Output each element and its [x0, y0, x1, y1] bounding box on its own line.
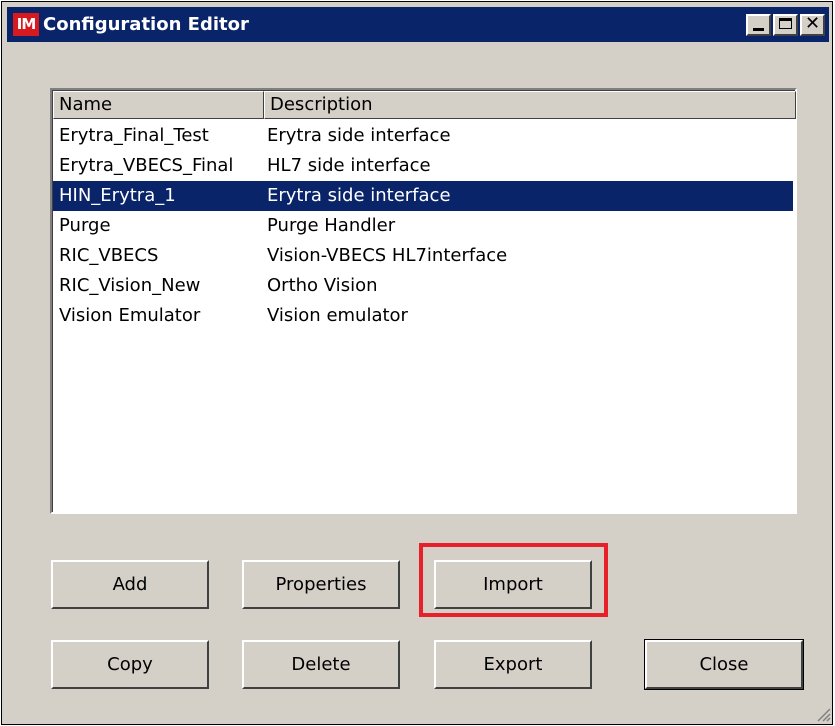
list-item[interactable]: Erytra_VBECS_Final HL7 side interface — [53, 151, 793, 181]
item-name: RIC_Vision_New — [59, 275, 201, 296]
properties-button[interactable]: Properties — [242, 560, 400, 609]
item-name: Erytra_VBECS_Final — [59, 155, 234, 176]
list-item[interactable]: Vision Emulator Vision emulator — [53, 301, 793, 331]
copy-button[interactable]: Copy — [51, 640, 209, 689]
item-name: Vision Emulator — [59, 305, 201, 326]
minimize-button[interactable] — [746, 14, 771, 36]
item-name: Erytra_Final_Test — [59, 125, 209, 146]
export-button[interactable]: Export — [434, 640, 592, 689]
item-description: Erytra side interface — [267, 125, 451, 146]
item-description: Vision emulator — [267, 305, 408, 326]
list-item[interactable]: Purge Purge Handler — [53, 211, 793, 241]
add-button[interactable]: Add — [51, 560, 209, 609]
column-header-description[interactable]: Description — [264, 91, 796, 119]
close-icon: ✕ — [804, 13, 821, 34]
item-name: HIN_Erytra_1 — [59, 185, 176, 206]
list-item[interactable]: RIC_VBECS Vision-VBECS HL7interface — [53, 241, 793, 271]
title-bar[interactable]: IM Configuration Editor ✕ — [7, 7, 829, 42]
resize-grip-icon[interactable] — [815, 706, 831, 722]
configuration-list[interactable]: Name Description Erytra_Final_Test Erytr… — [50, 88, 797, 514]
column-header-name[interactable]: Name — [53, 91, 264, 119]
item-description: Vision-VBECS HL7interface — [267, 245, 508, 266]
delete-button[interactable]: Delete — [242, 640, 400, 689]
maximize-icon — [779, 18, 792, 29]
list-item[interactable]: RIC_Vision_New Ortho Vision — [53, 271, 793, 301]
list-item[interactable]: Erytra_Final_Test Erytra side interface — [53, 121, 793, 151]
item-name: RIC_VBECS — [59, 245, 159, 266]
import-highlight-box — [419, 543, 608, 617]
window-title: Configuration Editor — [43, 14, 249, 35]
list-item-selected[interactable]: HIN_Erytra_1 Erytra side interface — [53, 181, 793, 211]
item-description: Purge Handler — [267, 215, 396, 236]
minimize-icon — [753, 28, 764, 31]
item-description: Ortho Vision — [267, 275, 378, 296]
app-logo-icon: IM — [13, 13, 39, 36]
close-button[interactable]: Close — [644, 639, 804, 690]
maximize-button[interactable] — [773, 14, 798, 36]
item-description: Erytra side interface — [267, 185, 451, 206]
item-name: Purge — [59, 215, 111, 236]
item-description: HL7 side interface — [267, 155, 431, 176]
close-window-button[interactable]: ✕ — [800, 13, 825, 36]
